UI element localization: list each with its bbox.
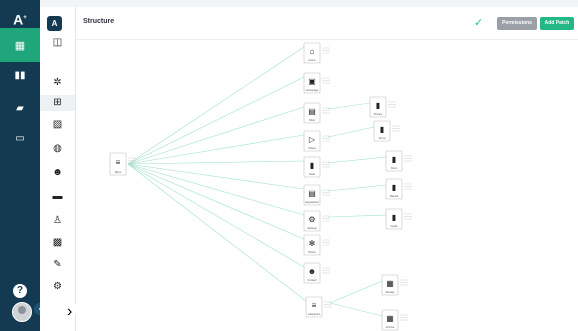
structure-node[interactable]: ▤ Appearance — [303, 184, 330, 206]
node-icon: ⌂ — [310, 47, 315, 56]
picture-icon[interactable]: ▩ — [40, 237, 75, 248]
structure-leaf-node[interactable]: ▮ Manual — [385, 178, 412, 200]
edge-leaf-1 — [327, 126, 375, 138]
edge-leaf-3 — [327, 184, 387, 192]
edge-root-1 — [127, 76, 305, 165]
avatar[interactable] — [12, 302, 32, 322]
structure-node[interactable]: ✻ Winter — [303, 234, 330, 256]
node-label: Contact — [308, 278, 317, 282]
node-icon: ▦ — [386, 314, 394, 323]
bar-chart-icon[interactable]: ▮▮ — [0, 70, 40, 81]
structure-leaf-node[interactable]: ▮ Guide — [385, 208, 412, 230]
node-icon: ▮ — [310, 161, 314, 170]
structure-workspace: Structure ✓ Permissions Add Patch ≡ Menu ⌂… — [76, 7, 578, 331]
briefcase-icon[interactable]: ▰ — [0, 103, 40, 114]
node-icon: ☻ — [308, 267, 316, 276]
structure-node[interactable]: ≡ Categories — [305, 296, 332, 318]
secondary-panel: A ◫ ✲ ⊞ ▨ ◍ ☻ ▬ ♙ ▩ ✎ ⚙ — [40, 7, 76, 331]
structure-node[interactable]: ⚙ Settings — [303, 210, 330, 232]
node-icon: ▣ — [308, 77, 316, 86]
structure-diagram[interactable]: ≡ Menu ⌂ Home ▣ Homepage ▤ Shop ▷ Videos ▮ Stats ▤ Ap… — [76, 7, 578, 331]
edge-root-3 — [127, 134, 305, 165]
edge-root-7 — [127, 163, 305, 240]
structure-leaf-node[interactable]: ▮ Terms — [373, 120, 400, 142]
edge-leaf-6 — [329, 302, 383, 317]
node-icon: ▮ — [392, 155, 396, 164]
node-label: Appearance — [305, 200, 320, 204]
structure-node[interactable]: ▷ Videos — [303, 130, 330, 152]
pen-icon[interactable]: ✎ — [40, 259, 75, 270]
edge-root-9 — [127, 163, 307, 302]
puzzle-icon[interactable]: ✲ — [40, 77, 75, 88]
dashboard-icon[interactable]: ◫ — [40, 37, 75, 48]
shirt-icon[interactable]: ♙ — [40, 215, 75, 226]
node-label: Winter — [308, 250, 316, 254]
node-label: Homepage — [306, 88, 319, 92]
structure-leaf-node[interactable]: ▦ Storage — [381, 274, 408, 296]
node-icon: ▮ — [380, 125, 384, 134]
users-icon[interactable]: ☻ — [40, 167, 75, 178]
node-label: Privacy — [374, 112, 383, 116]
grid-icon: ▦ — [14, 39, 26, 52]
edge-leaf-5 — [329, 280, 383, 304]
node-label: Settings — [307, 226, 317, 230]
node-label: Manual — [390, 194, 399, 198]
panel-logo: A — [47, 16, 62, 31]
node-label: Docs — [391, 166, 398, 170]
truck-icon[interactable]: ▬ — [40, 191, 75, 202]
structure-node[interactable]: ▣ Homepage — [303, 72, 330, 94]
palette-icon[interactable]: ◍ — [40, 143, 75, 154]
node-label: Menu — [115, 170, 122, 174]
edge-root-5 — [127, 163, 305, 190]
rail-item-grid[interactable]: ▦ — [0, 28, 40, 62]
edge-leaf-2 — [327, 156, 387, 164]
edge-root-4 — [127, 160, 305, 165]
structure-leaf-node[interactable]: ▦ Archive — [381, 309, 408, 331]
node-icon: ≡ — [116, 158, 121, 167]
node-label: Storage — [385, 290, 395, 294]
node-label: Guide — [391, 224, 398, 228]
edge-root-6 — [127, 163, 305, 216]
edge-root-0 — [127, 46, 305, 165]
main-nav-rail: A+ ▦ ▮▮ ▰ ▭ ? — [0, 0, 40, 331]
structure-node[interactable]: ▮ Stats — [303, 156, 330, 178]
node-icon: ▤ — [308, 189, 316, 198]
node-icon: ▮ — [392, 183, 396, 192]
structure-node[interactable]: ⌂ Home — [303, 42, 330, 64]
help-button[interactable]: ? — [13, 284, 27, 298]
node-label: Home — [309, 58, 316, 62]
node-icon: ≡ — [312, 301, 317, 310]
hierarchy-icon[interactable]: ⊞ — [40, 95, 75, 111]
node-icon: ⚙ — [308, 215, 315, 224]
node-icon: ▷ — [309, 135, 316, 144]
node-label: Videos — [308, 146, 317, 150]
toolbox-icon[interactable]: ▭ — [0, 133, 40, 144]
node-icon: ▮ — [376, 101, 380, 110]
node-label: Categories — [308, 312, 321, 316]
node-label: Terms — [378, 136, 386, 140]
node-icon: ▦ — [386, 279, 394, 288]
settings-icon[interactable]: ⚙ — [40, 281, 75, 292]
node-label: Shop — [309, 118, 316, 122]
node-label: Archive — [386, 325, 395, 329]
app-logo[interactable]: A+ — [8, 9, 32, 28]
edge-root-2 — [127, 106, 305, 165]
node-icon: ✻ — [309, 239, 316, 248]
structure-node[interactable]: ☻ Contact — [303, 262, 330, 284]
edge-leaf-4 — [327, 214, 387, 218]
node-icon: ▮ — [392, 213, 396, 222]
structure-leaf-node[interactable]: ▮ Privacy — [369, 96, 396, 118]
structure-leaf-node[interactable]: ▮ Docs — [385, 150, 412, 172]
image-icon[interactable]: ▨ — [40, 119, 75, 130]
edge-leaf-0 — [327, 102, 371, 110]
structure-node[interactable]: ▤ Shop — [303, 102, 330, 124]
node-label: Stats — [309, 172, 316, 176]
node-icon: ▤ — [308, 107, 316, 116]
edge-root-8 — [127, 163, 305, 268]
